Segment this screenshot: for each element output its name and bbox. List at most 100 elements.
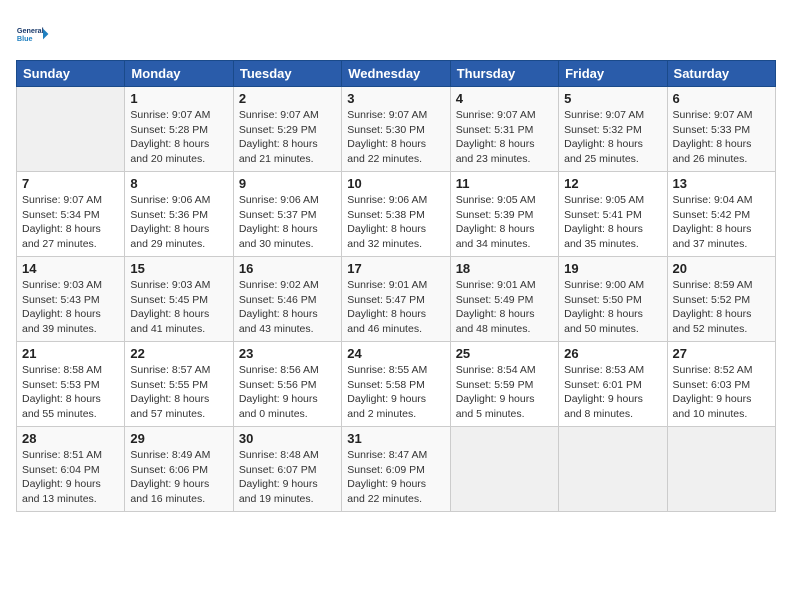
day-info: Sunrise: 8:59 AM Sunset: 5:52 PM Dayligh… — [673, 278, 770, 337]
day-info: Sunrise: 8:47 AM Sunset: 6:09 PM Dayligh… — [347, 448, 444, 507]
day-number: 28 — [22, 431, 119, 446]
calendar-cell: 8 Sunrise: 9:06 AM Sunset: 5:36 PM Daylig… — [125, 172, 233, 257]
day-number: 21 — [22, 346, 119, 361]
logo-icon: GeneralBlue — [16, 16, 52, 52]
day-number: 10 — [347, 176, 444, 191]
day-info: Sunrise: 9:07 AM Sunset: 5:28 PM Dayligh… — [130, 108, 227, 167]
calendar-cell: 13Sunrise: 9:04 AM Sunset: 5:42 PM Dayli… — [667, 172, 775, 257]
calendar-week-row: 14 Sunrise: 9:03 AM Sunset: 5:43 PM Dayli… — [17, 257, 776, 342]
day-number: 13 — [673, 176, 770, 191]
day-number: 4 — [456, 91, 553, 106]
calendar-cell: 23 Sunrise: 8:56 AM Sunset: 5:56 PM Dayli… — [233, 342, 341, 427]
logo: GeneralBlue — [16, 16, 52, 52]
day-number: 17 — [347, 261, 444, 276]
day-info: Sunrise: 8:56 AM Sunset: 5:56 PM Dayligh… — [239, 363, 336, 422]
day-number: 30 — [239, 431, 336, 446]
day-number: 19 — [564, 261, 661, 276]
calendar-cell: 12 Sunrise: 9:05 AM Sunset: 5:41 PM Dayli… — [559, 172, 667, 257]
calendar-cell — [667, 427, 775, 512]
weekday-header: Wednesday — [342, 61, 450, 87]
calendar-cell: 6 Sunrise: 9:07 AM Sunset: 5:33 PM Daylig… — [667, 87, 775, 172]
day-info: Sunrise: 8:58 AM Sunset: 5:53 PM Dayligh… — [22, 363, 119, 422]
day-info: Sunrise: 9:01 AM Sunset: 5:47 PM Dayligh… — [347, 278, 444, 337]
day-number: 6 — [673, 91, 770, 106]
calendar-week-row: 7Sunrise: 9:07 AM Sunset: 5:34 PM Daylig… — [17, 172, 776, 257]
calendar-cell: 26Sunrise: 8:53 AM Sunset: 6:01 PM Dayli… — [559, 342, 667, 427]
calendar-cell: 19 Sunrise: 9:00 AM Sunset: 5:50 PM Dayli… — [559, 257, 667, 342]
calendar-cell: 14 Sunrise: 9:03 AM Sunset: 5:43 PM Dayli… — [17, 257, 125, 342]
day-number: 22 — [130, 346, 227, 361]
calendar-cell: 17 Sunrise: 9:01 AM Sunset: 5:47 PM Dayli… — [342, 257, 450, 342]
calendar-cell: 16Sunrise: 9:02 AM Sunset: 5:46 PM Dayli… — [233, 257, 341, 342]
day-info: Sunrise: 9:07 AM Sunset: 5:30 PM Dayligh… — [347, 108, 444, 167]
day-number: 24 — [347, 346, 444, 361]
calendar-cell: 7Sunrise: 9:07 AM Sunset: 5:34 PM Daylig… — [17, 172, 125, 257]
day-number: 12 — [564, 176, 661, 191]
calendar-week-row: 1 Sunrise: 9:07 AM Sunset: 5:28 PM Daylig… — [17, 87, 776, 172]
calendar-cell: 25Sunrise: 8:54 AM Sunset: 5:59 PM Dayli… — [450, 342, 558, 427]
day-info: Sunrise: 8:57 AM Sunset: 5:55 PM Dayligh… — [130, 363, 227, 422]
day-info: Sunrise: 9:05 AM Sunset: 5:39 PM Dayligh… — [456, 193, 553, 252]
day-number: 25 — [456, 346, 553, 361]
day-info: Sunrise: 8:49 AM Sunset: 6:06 PM Dayligh… — [130, 448, 227, 507]
day-info: Sunrise: 9:03 AM Sunset: 5:43 PM Dayligh… — [22, 278, 119, 337]
calendar-cell: 20 Sunrise: 8:59 AM Sunset: 5:52 PM Dayli… — [667, 257, 775, 342]
day-info: Sunrise: 8:52 AM Sunset: 6:03 PM Dayligh… — [673, 363, 770, 422]
calendar-cell: 9Sunrise: 9:06 AM Sunset: 5:37 PM Daylig… — [233, 172, 341, 257]
day-number: 15 — [130, 261, 227, 276]
calendar-cell: 31 Sunrise: 8:47 AM Sunset: 6:09 PM Dayli… — [342, 427, 450, 512]
day-number: 18 — [456, 261, 553, 276]
day-number: 1 — [130, 91, 227, 106]
day-number: 16 — [239, 261, 336, 276]
day-number: 7 — [22, 176, 119, 191]
svg-text:Blue: Blue — [17, 34, 33, 43]
day-info: Sunrise: 8:51 AM Sunset: 6:04 PM Dayligh… — [22, 448, 119, 507]
weekday-header: Saturday — [667, 61, 775, 87]
calendar-week-row: 21 Sunrise: 8:58 AM Sunset: 5:53 PM Dayli… — [17, 342, 776, 427]
day-info: Sunrise: 9:06 AM Sunset: 5:37 PM Dayligh… — [239, 193, 336, 252]
day-number: 26 — [564, 346, 661, 361]
calendar-cell: 15 Sunrise: 9:03 AM Sunset: 5:45 PM Dayli… — [125, 257, 233, 342]
day-number: 5 — [564, 91, 661, 106]
weekday-header: Monday — [125, 61, 233, 87]
calendar-cell: 11 Sunrise: 9:05 AM Sunset: 5:39 PM Dayli… — [450, 172, 558, 257]
calendar-cell — [17, 87, 125, 172]
day-number: 29 — [130, 431, 227, 446]
calendar-cell: 30 Sunrise: 8:48 AM Sunset: 6:07 PM Dayli… — [233, 427, 341, 512]
day-number: 8 — [130, 176, 227, 191]
day-info: Sunrise: 9:07 AM Sunset: 5:29 PM Dayligh… — [239, 108, 336, 167]
day-info: Sunrise: 9:03 AM Sunset: 5:45 PM Dayligh… — [130, 278, 227, 337]
day-number: 3 — [347, 91, 444, 106]
weekday-header: Tuesday — [233, 61, 341, 87]
day-info: Sunrise: 9:07 AM Sunset: 5:32 PM Dayligh… — [564, 108, 661, 167]
day-number: 27 — [673, 346, 770, 361]
calendar-cell: 5 Sunrise: 9:07 AM Sunset: 5:32 PM Daylig… — [559, 87, 667, 172]
day-info: Sunrise: 8:48 AM Sunset: 6:07 PM Dayligh… — [239, 448, 336, 507]
day-number: 14 — [22, 261, 119, 276]
calendar-cell: 10Sunrise: 9:06 AM Sunset: 5:38 PM Dayli… — [342, 172, 450, 257]
day-info: Sunrise: 9:06 AM Sunset: 5:36 PM Dayligh… — [130, 193, 227, 252]
weekday-header: Sunday — [17, 61, 125, 87]
calendar-cell: 21 Sunrise: 8:58 AM Sunset: 5:53 PM Dayli… — [17, 342, 125, 427]
day-info: Sunrise: 9:00 AM Sunset: 5:50 PM Dayligh… — [564, 278, 661, 337]
page-header: GeneralBlue — [16, 16, 776, 52]
day-info: Sunrise: 9:07 AM Sunset: 5:33 PM Dayligh… — [673, 108, 770, 167]
day-info: Sunrise: 9:05 AM Sunset: 5:41 PM Dayligh… — [564, 193, 661, 252]
day-number: 11 — [456, 176, 553, 191]
calendar-cell: 27 Sunrise: 8:52 AM Sunset: 6:03 PM Dayli… — [667, 342, 775, 427]
day-number: 23 — [239, 346, 336, 361]
calendar-cell — [559, 427, 667, 512]
calendar-cell: 1 Sunrise: 9:07 AM Sunset: 5:28 PM Daylig… — [125, 87, 233, 172]
calendar-cell: 4 Sunrise: 9:07 AM Sunset: 5:31 PM Daylig… — [450, 87, 558, 172]
calendar-cell: 2Sunrise: 9:07 AM Sunset: 5:29 PM Daylig… — [233, 87, 341, 172]
weekday-header: Friday — [559, 61, 667, 87]
weekday-header: Thursday — [450, 61, 558, 87]
day-number: 20 — [673, 261, 770, 276]
calendar-cell: 18Sunrise: 9:01 AM Sunset: 5:49 PM Dayli… — [450, 257, 558, 342]
day-info: Sunrise: 9:07 AM Sunset: 5:31 PM Dayligh… — [456, 108, 553, 167]
weekday-header-row: SundayMondayTuesdayWednesdayThursdayFrid… — [17, 61, 776, 87]
calendar-cell — [450, 427, 558, 512]
calendar-cell: 29 Sunrise: 8:49 AM Sunset: 6:06 PM Dayli… — [125, 427, 233, 512]
day-number: 31 — [347, 431, 444, 446]
calendar-cell: 22 Sunrise: 8:57 AM Sunset: 5:55 PM Dayli… — [125, 342, 233, 427]
